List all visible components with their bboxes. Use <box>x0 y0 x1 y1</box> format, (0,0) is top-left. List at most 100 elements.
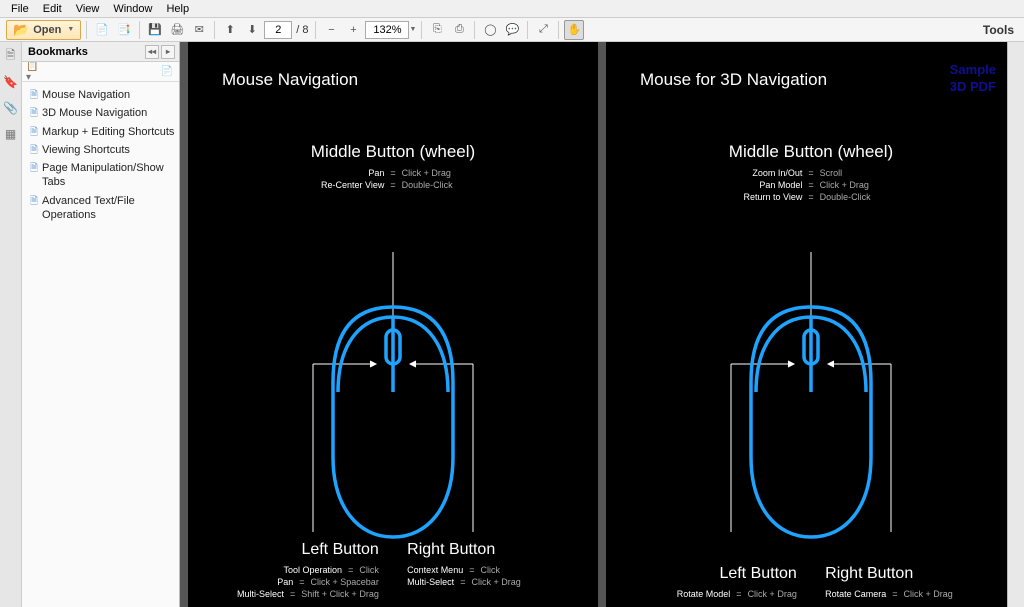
folder-icon: 📂 <box>13 22 29 38</box>
page-count-label: / 8 <box>294 24 310 36</box>
shortcut-value: Double-Click <box>820 192 910 202</box>
bookmark-item[interactable]: 🗎Page Manipulation/Show Tabs <box>24 159 177 192</box>
shortcut-key: Pan Model <box>712 180 802 190</box>
bookmarks-options-icon[interactable]: 📋▾ <box>26 64 42 80</box>
bookmark-item[interactable]: 🗎Advanced Text/File Operations <box>24 192 177 225</box>
shortcut-value: Click + Drag <box>402 168 492 178</box>
shortcut-value: Shift + Click + Drag <box>301 589 379 599</box>
right-button-heading: Right Button <box>825 565 988 583</box>
tool1-icon[interactable]: ⎘ <box>427 20 447 40</box>
shortcut-value: Scroll <box>820 168 910 178</box>
zoom-dropdown-icon[interactable]: ▼ <box>409 26 416 33</box>
comment-icon[interactable]: 💬 <box>502 20 522 40</box>
page-title: Mouse for 3D Navigation <box>640 70 827 90</box>
sample-watermark: Sample 3D PDF <box>950 62 996 96</box>
shortcut-key: Context Menu <box>407 565 463 575</box>
shortcut-value: Click + Drag <box>820 180 910 190</box>
shortcut-value: Click <box>480 565 500 575</box>
shortcut-key: Rotate Camera <box>825 589 886 599</box>
shortcut-value: Click + Drag <box>903 589 952 599</box>
page-title: Mouse Navigation <box>222 70 358 90</box>
bookmark-page-icon: 🗎 <box>30 144 38 157</box>
left-button-heading: Left Button <box>634 565 797 583</box>
bookmarks-title: Bookmarks <box>28 46 88 58</box>
middle-button-heading: Middle Button (wheel) <box>188 142 598 162</box>
signatures-icon[interactable]: ▦ <box>3 126 19 142</box>
shortcut-key: Multi-Select <box>407 577 454 587</box>
chevron-down-icon: ▼ <box>67 26 74 33</box>
menu-window[interactable]: Window <box>106 3 159 15</box>
document-view[interactable]: Mouse Navigation Middle Button (wheel) P… <box>180 42 1024 607</box>
left-button-heading: Left Button <box>216 541 379 559</box>
expand-icon[interactable]: ⤢ <box>533 20 553 40</box>
mouse-diagram <box>263 252 523 532</box>
menu-bar: File Edit View Window Help <box>0 0 1024 18</box>
zoom-in-icon[interactable]: + <box>343 20 363 40</box>
bookmark-item[interactable]: 🗎Mouse Navigation <box>24 86 177 104</box>
shortcut-value: Double-Click <box>402 180 492 190</box>
tool2-icon[interactable]: ⎙ <box>449 20 469 40</box>
first-page-icon[interactable]: ⬆ <box>220 20 240 40</box>
bookmarks-tree[interactable]: 🗎Mouse Navigation 🗎3D Mouse Navigation 🗎… <box>22 82 179 607</box>
shortcut-key: Re-Center View <box>294 180 384 190</box>
pdf-page-left: Mouse Navigation Middle Button (wheel) P… <box>188 42 598 607</box>
shortcut-value: Click + Drag <box>748 589 797 599</box>
shortcut-key: Multi-Select <box>237 589 284 599</box>
menu-view[interactable]: View <box>69 3 107 15</box>
panel-collapse-right-icon[interactable]: ▸ <box>161 45 175 59</box>
shortcut-key: Pan <box>277 577 293 587</box>
bottom-buttons-section: Left Button Tool Operation=Click Pan=Cli… <box>188 541 598 599</box>
bookmark-page-icon: 🗎 <box>30 107 38 120</box>
bookmarks-panel: Bookmarks ◂◂ ▸ 📋▾ 📄 🗎Mouse Navigation 🗎3… <box>22 42 180 607</box>
right-button-heading: Right Button <box>407 541 570 559</box>
bookmark-item[interactable]: 🗎Markup + Editing Shortcuts <box>24 123 177 141</box>
main-area: 🗎 🔖 📎 ▦ Bookmarks ◂◂ ▸ 📋▾ 📄 🗎Mouse Navig… <box>0 42 1024 607</box>
zoom-out-icon[interactable]: − <box>321 20 341 40</box>
open-button[interactable]: 📂 Open ▼ <box>6 20 81 40</box>
mouse-diagram <box>681 252 941 532</box>
shortcut-key: Pan <box>294 168 384 178</box>
panel-collapse-left-icon[interactable]: ◂◂ <box>145 45 159 59</box>
middle-button-section: Middle Button (wheel) Zoom In/Out=Scroll… <box>606 142 1016 202</box>
export-pdf-icon[interactable]: 📑 <box>114 20 134 40</box>
shortcut-value: Click <box>359 565 379 575</box>
print-icon[interactable]: 🖨 <box>167 20 187 40</box>
open-label: Open <box>33 24 61 36</box>
shortcut-key: Return to View <box>712 192 802 202</box>
pdf-page-right: Mouse for 3D Navigation Sample 3D PDF Mi… <box>606 42 1016 607</box>
bookmarks-header: Bookmarks ◂◂ ▸ <box>22 42 179 62</box>
zoom-input[interactable] <box>365 21 409 39</box>
new-bookmark-icon[interactable]: 📄 <box>159 64 175 80</box>
shortcut-key: Zoom In/Out <box>712 168 802 178</box>
middle-button-section: Middle Button (wheel) Pan=Click + Drag R… <box>188 142 598 190</box>
email-icon[interactable]: ✉ <box>189 20 209 40</box>
toolbar: 📂 Open ▼ 📄 📑 💾 🖨 ✉ ⬆ ⬇ / 8 − + ▼ ⎘ ⎙ ◯ 💬… <box>0 18 1024 42</box>
shortcut-key: Rotate Model <box>677 589 731 599</box>
bookmark-page-icon: 🗎 <box>30 126 38 139</box>
tools-panel-toggle[interactable]: Tools <box>983 23 1014 37</box>
save-icon[interactable]: 💾 <box>145 20 165 40</box>
shortcut-key: Tool Operation <box>284 565 343 575</box>
menu-help[interactable]: Help <box>159 3 196 15</box>
hand-tool-icon[interactable]: ✋ <box>564 20 584 40</box>
bookmarks-toolbar: 📋▾ 📄 <box>22 62 179 82</box>
bookmark-item[interactable]: 🗎Viewing Shortcuts <box>24 141 177 159</box>
bookmark-item[interactable]: 🗎3D Mouse Navigation <box>24 104 177 122</box>
bookmark-page-icon: 🗎 <box>30 89 38 102</box>
highlight-icon[interactable]: ◯ <box>480 20 500 40</box>
attachments-icon[interactable]: 📎 <box>3 100 19 116</box>
create-pdf-icon[interactable]: 📄 <box>92 20 112 40</box>
middle-button-heading: Middle Button (wheel) <box>606 142 1016 162</box>
menu-file[interactable]: File <box>4 3 36 15</box>
shortcut-value: Click + Drag <box>471 577 520 587</box>
bookmark-page-icon: 🗎 <box>30 162 38 175</box>
menu-edit[interactable]: Edit <box>36 3 69 15</box>
bookmark-page-icon: 🗎 <box>30 195 38 208</box>
shortcut-value: Click + Spacebar <box>311 577 379 587</box>
prev-page-icon[interactable]: ⬇ <box>242 20 262 40</box>
page-thumbnails-icon[interactable]: 🗎 <box>3 48 19 64</box>
bottom-buttons-section: Left Button Rotate Model=Click + Drag Ri… <box>606 565 1016 599</box>
page-number-input[interactable] <box>264 21 292 39</box>
bookmarks-ribbon-icon[interactable]: 🔖 <box>3 74 19 90</box>
navigation-rail: 🗎 🔖 📎 ▦ <box>0 42 22 607</box>
